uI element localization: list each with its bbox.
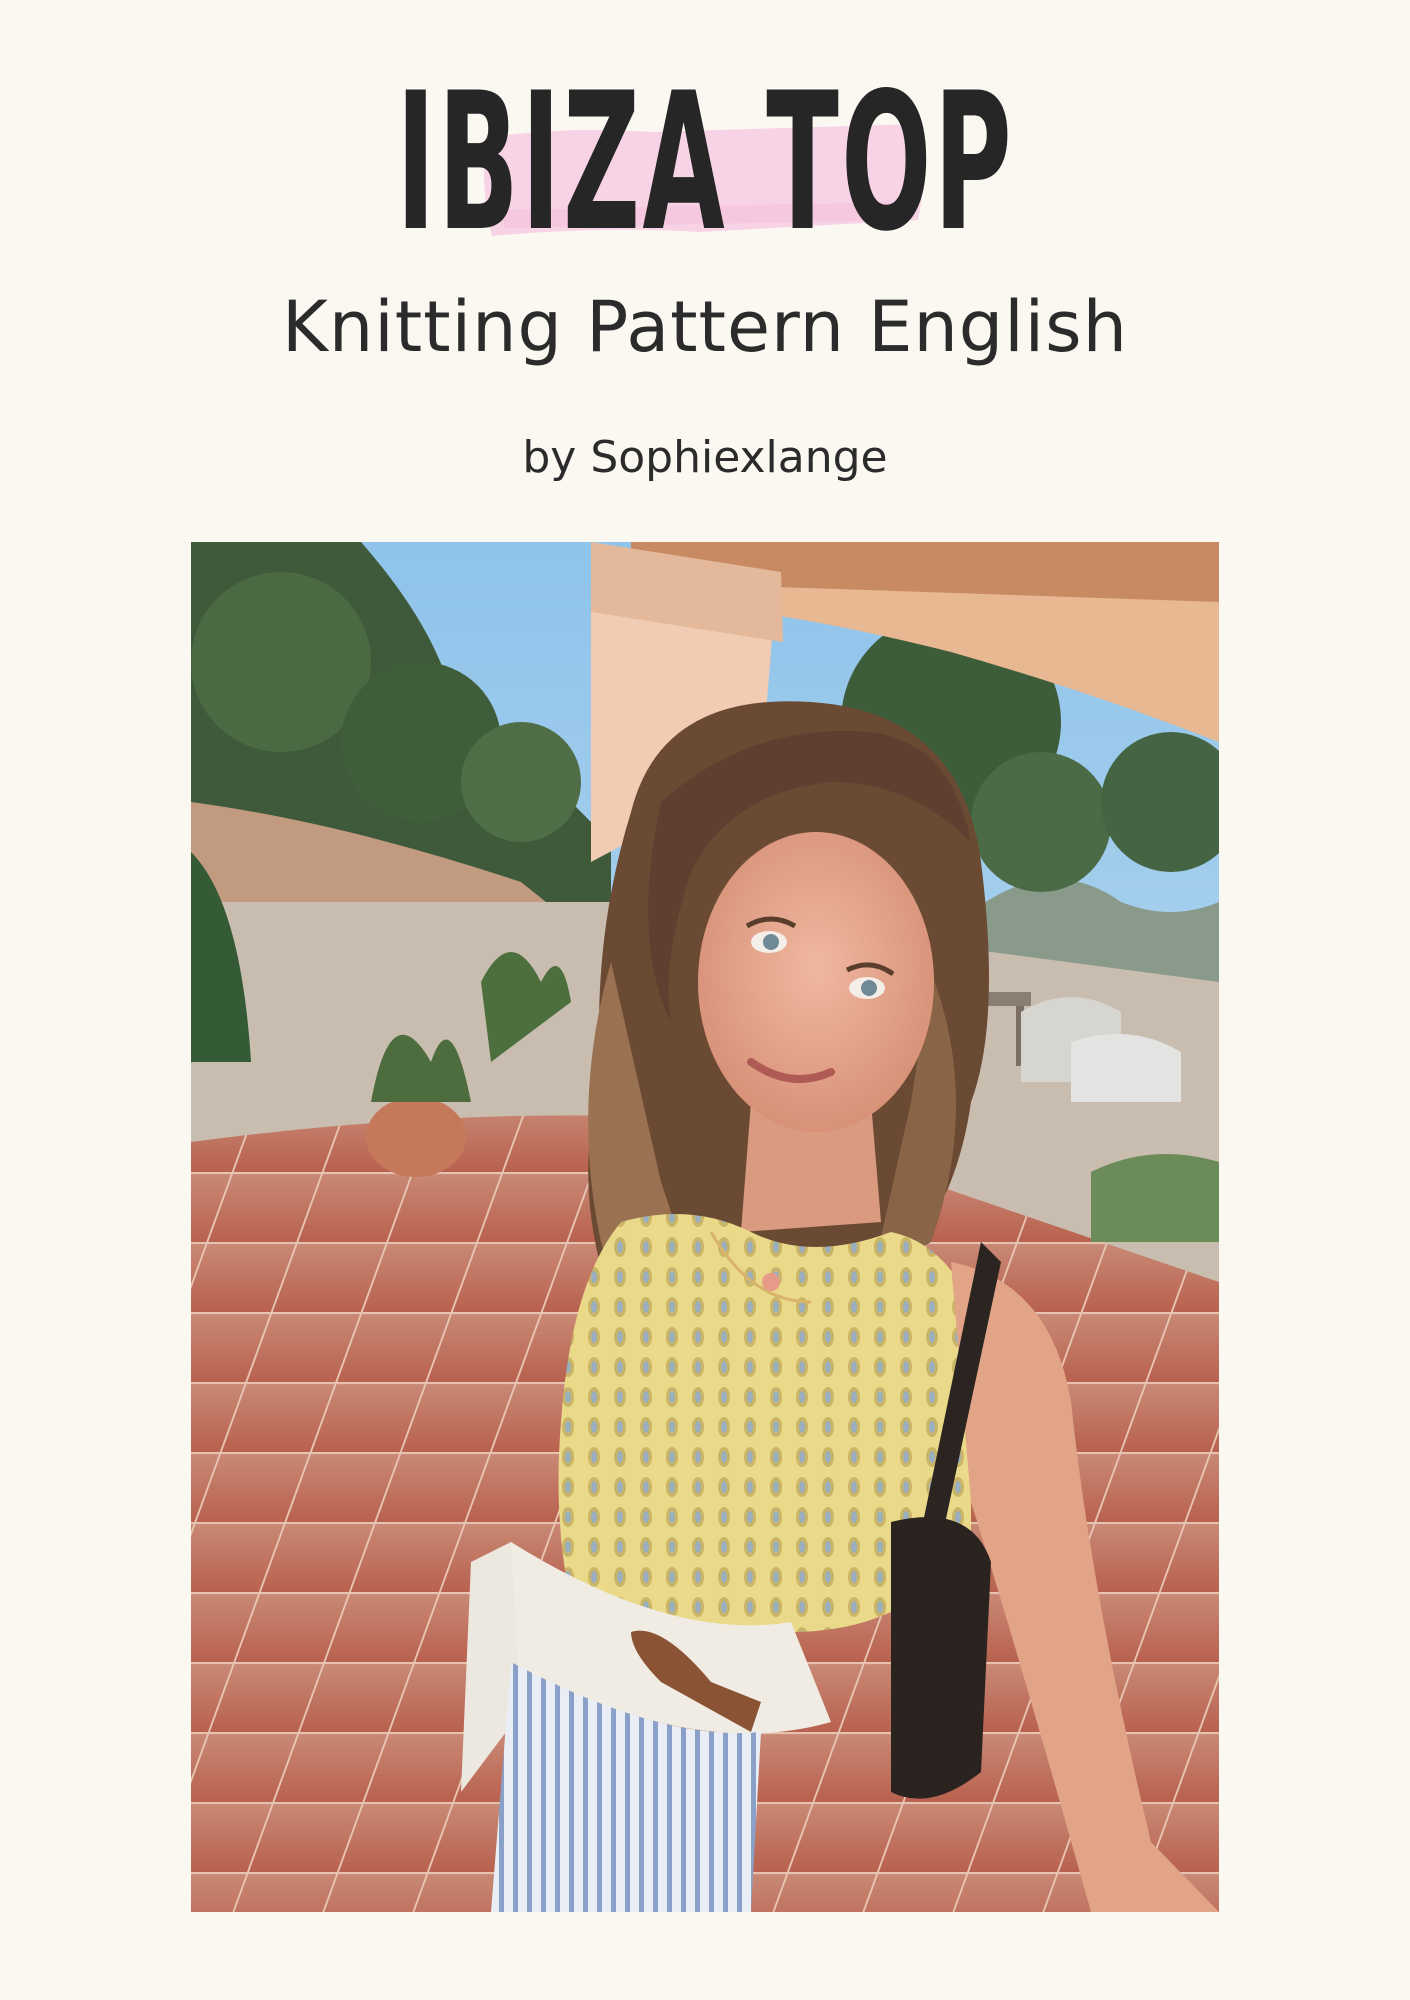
cover-photo [191, 542, 1219, 1912]
page-subtitle: Knitting Pattern English [282, 286, 1128, 368]
author-byline: by Sophiexlange [522, 432, 888, 483]
selfie-illustration [191, 542, 1219, 1912]
page-title: IBIZA TOP [396, 52, 1014, 273]
title-block: IBIZA TOP [0, 60, 1410, 260]
